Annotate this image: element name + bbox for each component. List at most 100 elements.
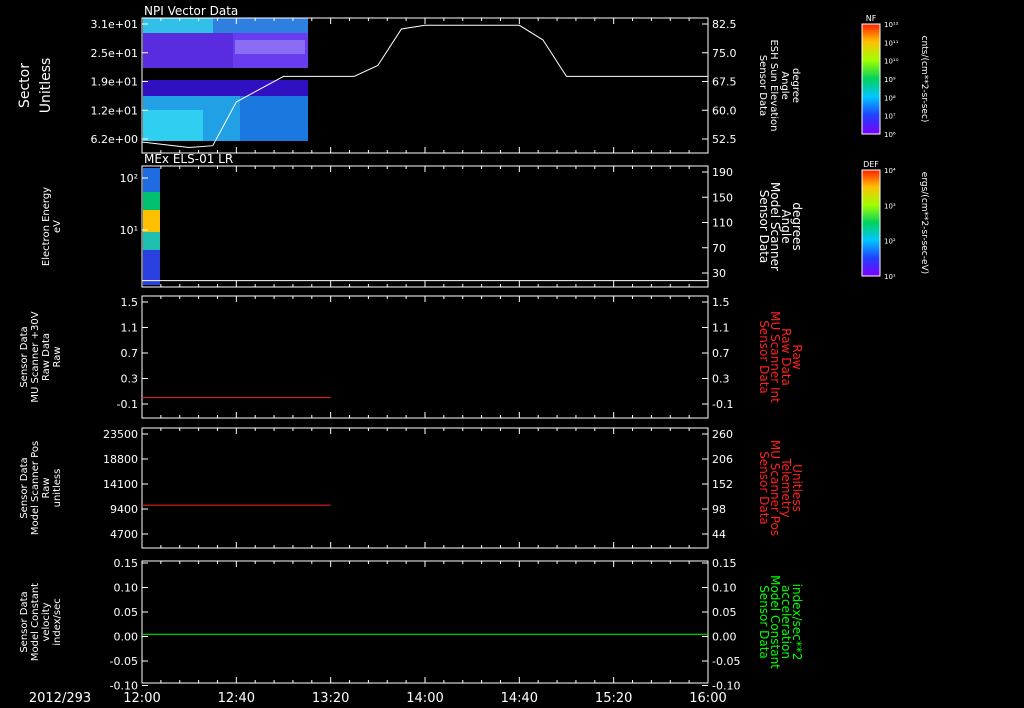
left-axis-label: Raw Data bbox=[41, 333, 52, 381]
left-axis-label: Model Scanner Pos bbox=[30, 441, 41, 535]
right-axis-label: Angle bbox=[779, 71, 790, 99]
right-axis-label: index/sec**2 bbox=[790, 584, 804, 661]
left-tick-label: 1.9e+01 bbox=[91, 76, 138, 89]
time-tick-label: 15:20 bbox=[595, 691, 632, 706]
colorbar-tick: 10⁸ bbox=[884, 94, 896, 102]
left-tick-label: 10² bbox=[120, 172, 138, 185]
spectrogram-speckle bbox=[235, 40, 305, 54]
left-tick-label: 4700 bbox=[110, 528, 138, 541]
left-axis-label: Electron Energy bbox=[41, 187, 52, 266]
time-tick-label: 14:40 bbox=[501, 691, 538, 706]
panel-4: 23500 18800 14100 9400 4700 260 206 152 98 44 Sens… bbox=[19, 427, 804, 549]
colorbar-tick: 10¹¹ bbox=[884, 39, 899, 47]
left-tick-label: 1.1 bbox=[121, 322, 139, 335]
colorbar-gradient bbox=[861, 23, 881, 135]
right-axis-label: Sensor Data bbox=[757, 55, 768, 116]
els-column-top bbox=[143, 168, 160, 192]
right-tick-label: -0.1 bbox=[712, 398, 733, 411]
colorbar-unit: cnts/(cm**2-sr-sec) bbox=[919, 36, 929, 123]
spectrogram-band-lower bbox=[143, 80, 308, 98]
panel-layer: NPI Vector Data 3.1e+01 2.5e+01 1.9e+01 1.2e… bbox=[17, 4, 804, 693]
colorbar-tick: 10³ bbox=[884, 202, 896, 210]
right-tick-label: 44 bbox=[712, 528, 726, 541]
time-tick-label: 12:40 bbox=[218, 691, 255, 706]
panel-title: NPI Vector Data bbox=[144, 4, 238, 18]
right-tick-label: 0.15 bbox=[712, 557, 737, 570]
left-axis-label: velocity bbox=[41, 602, 52, 641]
left-axis-label: Sensor Data bbox=[19, 326, 30, 387]
left-tick-label: 23500 bbox=[103, 428, 138, 441]
time-tick-label: 14:00 bbox=[406, 691, 443, 706]
right-tick-label: 82.5 bbox=[712, 18, 737, 31]
left-tick-label: -0.05 bbox=[110, 655, 138, 668]
spectrogram-band-bottom-right bbox=[240, 96, 308, 141]
right-tick-label: 70 bbox=[712, 242, 726, 255]
colorbar-title: DEF bbox=[863, 160, 879, 169]
time-tick-label: 16:00 bbox=[689, 691, 726, 706]
right-tick-label: 0.7 bbox=[712, 347, 730, 360]
panel-title: MEx ELS-01 LR bbox=[144, 152, 233, 166]
panel-frame bbox=[141, 295, 709, 419]
left-tick-label: 10¹ bbox=[120, 224, 138, 237]
left-axis-label: Sector bbox=[17, 63, 33, 108]
right-tick-label: 75.0 bbox=[712, 47, 737, 60]
right-tick-label: 1.5 bbox=[712, 296, 730, 309]
left-tick-label: 0.7 bbox=[121, 347, 139, 360]
colorbar-unit: ergs/(cm**2-sr-sec-eV) bbox=[919, 172, 929, 274]
left-tick-label: -0.1 bbox=[117, 398, 138, 411]
left-axis-label: Unitless bbox=[38, 58, 54, 114]
left-tick-label: 14100 bbox=[103, 478, 138, 491]
right-tick-label: 98 bbox=[712, 503, 726, 516]
right-tick-label: 260 bbox=[712, 428, 733, 441]
time-tick-label: 13:20 bbox=[312, 691, 349, 706]
right-tick-label: -0.05 bbox=[712, 655, 740, 668]
right-tick-label: 206 bbox=[712, 453, 733, 466]
left-tick-label: 0.15 bbox=[114, 557, 139, 570]
colorbar-tick: 10¹⁰ bbox=[884, 58, 899, 66]
right-axis-label: Raw bbox=[790, 344, 804, 369]
right-tick-label: 30 bbox=[712, 267, 726, 280]
right-axis-label: degree bbox=[790, 68, 801, 103]
left-tick-label: 9400 bbox=[110, 503, 138, 516]
panel-frame bbox=[141, 560, 709, 684]
right-tick-label: 152 bbox=[712, 478, 733, 491]
left-tick-label: 6.2e+00 bbox=[91, 133, 138, 146]
panel-5: 0.150.100.050.00-0.05-0.100.150.100.050.… bbox=[19, 557, 804, 693]
panel-1: NPI Vector Data 3.1e+01 2.5e+01 1.9e+01 1.2e… bbox=[17, 4, 801, 154]
els-column-lower bbox=[143, 232, 160, 250]
left-axis-label: MU Scanner +30V bbox=[30, 311, 41, 402]
right-tick-label: 52.5 bbox=[712, 133, 737, 146]
right-tick-label: 67.5 bbox=[712, 76, 737, 89]
left-tick-label: 0.3 bbox=[121, 373, 139, 386]
colorbar-tick: 10⁶ bbox=[884, 131, 896, 139]
right-tick-label: 150 bbox=[712, 191, 733, 204]
left-tick-label: 0.10 bbox=[114, 582, 139, 595]
spectrogram-band-bottom-left bbox=[143, 110, 203, 141]
colorbar-tick: 10² bbox=[884, 238, 896, 246]
spectrogram-band-upper-left bbox=[143, 33, 233, 68]
panel-frame bbox=[141, 165, 709, 288]
right-tick-label: 60.0 bbox=[712, 104, 737, 117]
right-axis-label: ESH Sun Elevation bbox=[768, 39, 779, 131]
date-label: 2012/293 bbox=[29, 691, 91, 706]
left-tick-label: 18800 bbox=[103, 453, 138, 466]
right-tick-label: 0.3 bbox=[712, 373, 730, 386]
npi-plot-canvas: NPI Vector Data 3.1e+01 2.5e+01 1.9e+01 1.2e… bbox=[17, 4, 929, 706]
left-axis-label: Raw bbox=[41, 477, 52, 498]
left-axis-label: Raw bbox=[52, 346, 63, 367]
left-axis-label: eV bbox=[52, 220, 63, 233]
right-tick-label: 110 bbox=[712, 217, 733, 230]
colorbar-1: NF 10⁶ 10⁷ 10⁸ 10⁹ 10¹⁰ 10¹¹ 10¹² cnts/(cm**2-sr… bbox=[861, 14, 929, 139]
right-axis-label: Unitless bbox=[790, 464, 804, 512]
spectrogram-band-mid bbox=[143, 68, 308, 80]
right-tick-label: 0.00 bbox=[712, 631, 737, 644]
left-tick-label: 0.05 bbox=[114, 606, 139, 619]
left-tick-label: 3.1e+01 bbox=[91, 18, 138, 31]
right-tick-label: 1.1 bbox=[712, 322, 730, 335]
right-tick-label: 0.10 bbox=[712, 582, 737, 595]
left-tick-label: 1.2e+01 bbox=[91, 104, 138, 117]
colorbar-tick: 10⁴ bbox=[884, 167, 896, 175]
colorbar-tick: 10¹ bbox=[884, 273, 896, 281]
time-axis: 12:00 12:40 13:20 14:00 14:40 15:20 16:00 2012/… bbox=[29, 691, 727, 706]
left-tick-label: 0.00 bbox=[114, 631, 139, 644]
